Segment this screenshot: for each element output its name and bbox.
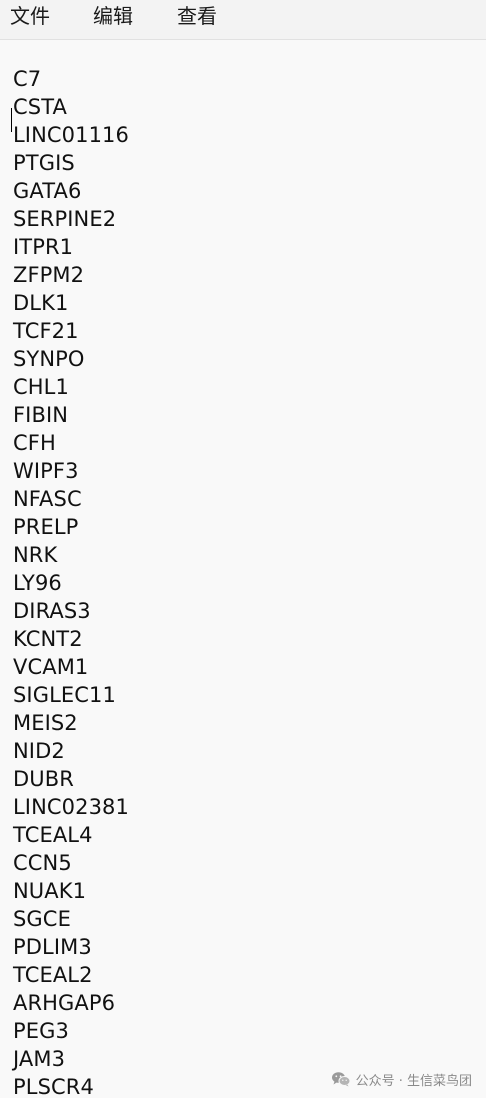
text-line: CHL1 [13, 375, 69, 399]
text-content[interactable]: C7 CSTA LINC01116 PTGIS GATA6 SERPINE2 I… [13, 65, 129, 1098]
text-line: TCEAL2 [13, 963, 93, 987]
text-line: SERPINE2 [13, 207, 117, 231]
text-line: PDLIM3 [13, 935, 92, 959]
text-line: ITPR1 [13, 235, 74, 259]
menu-file[interactable]: 文件 [6, 0, 54, 33]
menu-view[interactable]: 查看 [173, 0, 221, 33]
text-line: NID2 [13, 739, 65, 763]
text-line: NRK [13, 543, 58, 567]
text-line: TCF21 [13, 319, 79, 343]
text-line: LINC02381 [13, 795, 129, 819]
text-line: DLK1 [13, 291, 69, 315]
text-line: ZFPM2 [13, 263, 85, 287]
text-line: SIGLEC11 [13, 683, 116, 707]
text-line: PEG3 [13, 1019, 69, 1043]
text-line: LY96 [13, 571, 62, 595]
text-line: PLSCR4 [13, 1075, 94, 1098]
text-line: SGCE [13, 907, 71, 931]
text-line: DIRAS3 [13, 599, 91, 623]
text-line: KCNT2 [13, 627, 83, 651]
text-editor[interactable]: C7 CSTA LINC01116 PTGIS GATA6 SERPINE2 I… [0, 40, 486, 1098]
text-line: LINC01116 [13, 123, 129, 147]
text-caret [11, 108, 12, 132]
text-line: ARHGAP6 [13, 991, 116, 1015]
text-line: VCAM1 [13, 655, 89, 679]
text-line: DUBR [13, 767, 74, 791]
text-line: WIPF3 [13, 459, 79, 483]
text-line: GATA6 [13, 179, 82, 203]
text-line: CCN5 [13, 851, 72, 875]
text-line: JAM3 [13, 1047, 66, 1071]
text-line: MEIS2 [13, 711, 78, 735]
text-line: CSTA [13, 95, 67, 119]
text-line: CFH [13, 431, 56, 455]
text-line: PTGIS [13, 151, 75, 175]
text-line: C7 [13, 67, 42, 91]
text-line: PRELP [13, 515, 79, 539]
text-line: NUAK1 [13, 879, 87, 903]
menu-edit[interactable]: 编辑 [89, 0, 137, 33]
wechat-icon [331, 1071, 351, 1087]
text-line: FIBIN [13, 403, 69, 427]
text-line: TCEAL4 [13, 823, 93, 847]
watermark: 公众号 · 生信菜鸟团 [331, 1069, 472, 1089]
text-line: SYNPO [13, 347, 85, 371]
watermark-text: 公众号 · 生信菜鸟团 [355, 1073, 472, 1089]
menu-bar: 文件 编辑 查看 [0, 0, 486, 40]
text-line: NFASC [13, 487, 82, 511]
